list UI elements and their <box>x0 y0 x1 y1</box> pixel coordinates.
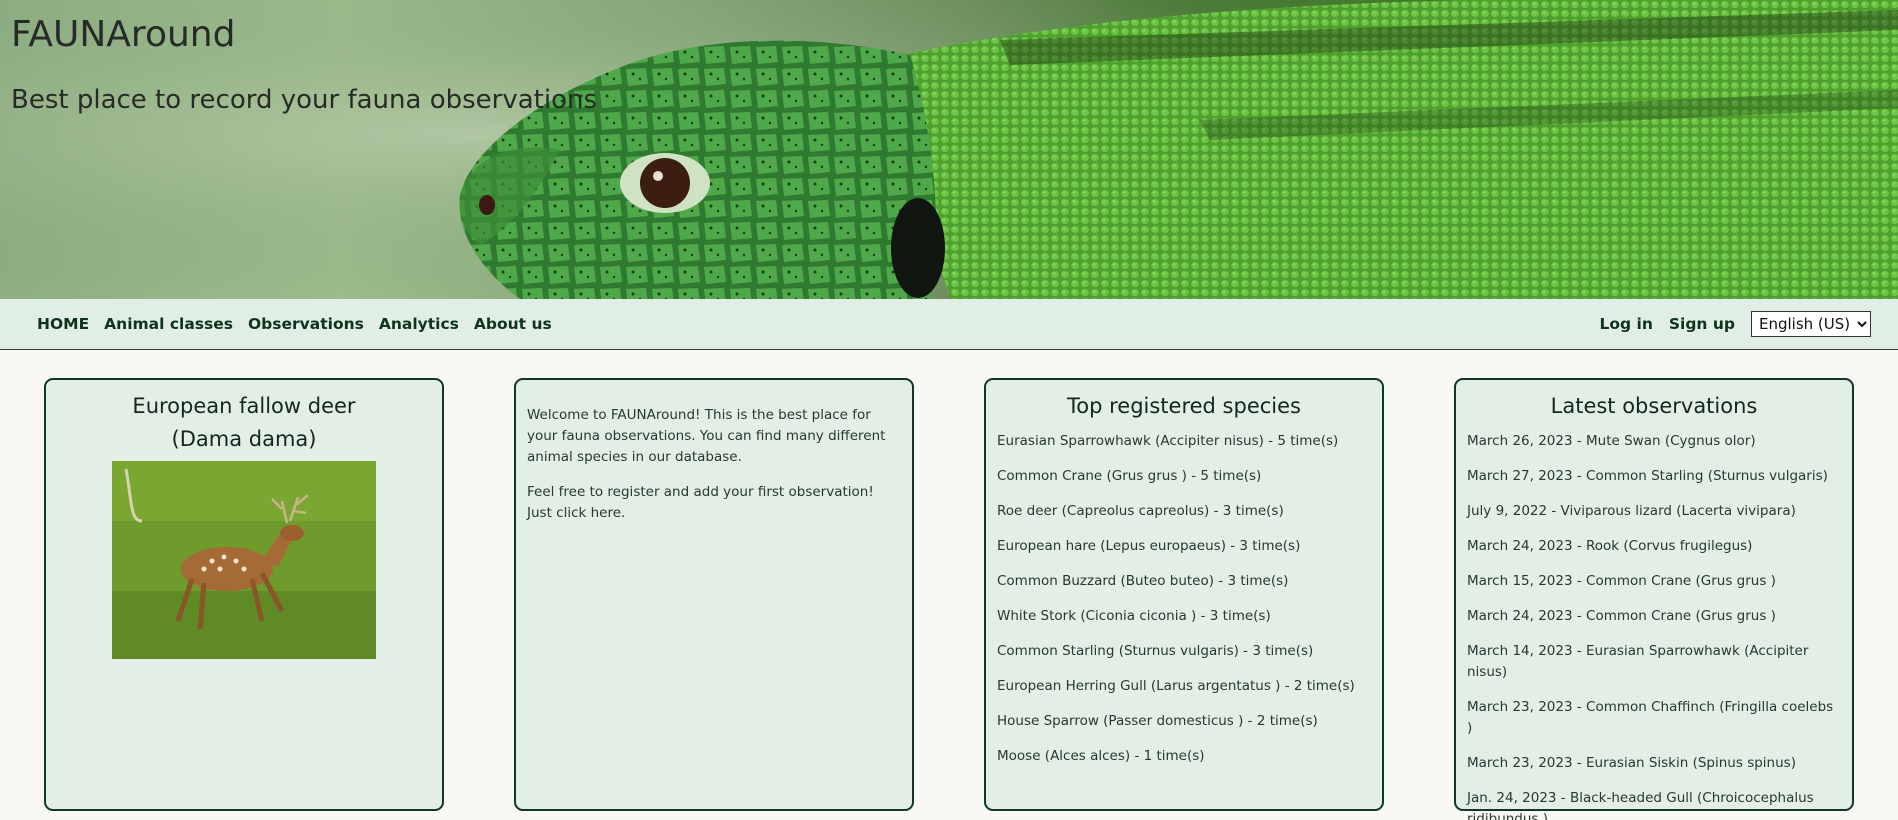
species-item[interactable]: Common Crane (Grus grus ) - 5 time(s) <box>997 466 1371 487</box>
species-item[interactable]: Moose (Alces alces) - 1 time(s) <box>997 746 1371 767</box>
language-select[interactable]: English (US) <box>1751 311 1871 337</box>
observation-item[interactable]: Jan. 24, 2023 - Black-headed Gull (Chroi… <box>1467 788 1841 820</box>
species-item[interactable]: Roe deer (Capreolus capreolus) - 3 time(… <box>997 501 1371 522</box>
main-navbar: HOME Animal classes Observations Analyti… <box>0 299 1898 350</box>
welcome-text: Welcome to FAUNAround! This is the best … <box>527 407 886 465</box>
species-item[interactable]: House Sparrow (Passer domesticus ) - 2 t… <box>997 711 1371 732</box>
signup-link[interactable]: Sign up <box>1669 315 1735 333</box>
welcome-card: Welcome to FAUNAround! This is the best … <box>514 378 914 811</box>
top-species-card: Top registered species Eurasian Sparrowh… <box>984 378 1384 811</box>
nav-analytics[interactable]: Analytics <box>379 315 459 333</box>
top-species-list: Eurasian Sparrowhawk (Accipiter nisus) -… <box>997 431 1371 767</box>
species-item[interactable]: Common Starling (Sturnus vulgaris) - 3 t… <box>997 641 1371 662</box>
featured-animal-latin: (Dama dama) <box>171 426 317 451</box>
featured-animal-card: European fallow deer (Dama dama) <box>44 378 444 811</box>
nav-observations[interactable]: Observations <box>248 315 364 333</box>
species-item[interactable]: European Herring Gull (Larus argentatus … <box>997 676 1371 697</box>
nav-account: Log in Sign up English (US) <box>1599 311 1871 337</box>
nav-links: HOME Animal classes Observations Analyti… <box>37 315 567 333</box>
site-tagline: Best place to record your fauna observat… <box>11 85 598 115</box>
nav-animal-classes[interactable]: Animal classes <box>104 315 233 333</box>
species-item[interactable]: Common Buzzard (Buteo buteo) - 3 time(s) <box>997 571 1371 592</box>
login-link[interactable]: Log in <box>1599 315 1652 333</box>
observation-item[interactable]: March 27, 2023 - Common Starling (Sturnu… <box>1467 466 1841 487</box>
featured-animal-name[interactable]: European fallow deer <box>57 390 431 423</box>
observation-item[interactable]: March 14, 2023 - Eurasian Sparrowhawk (A… <box>1467 641 1841 683</box>
observation-item[interactable]: March 15, 2023 - Common Crane (Grus grus… <box>1467 571 1841 592</box>
observation-item[interactable]: March 24, 2023 - Common Crane (Grus grus… <box>1467 606 1841 627</box>
observation-item[interactable]: March 26, 2023 - Mute Swan (Cygnus olor) <box>1467 431 1841 452</box>
observation-item[interactable]: July 9, 2022 - Viviparous lizard (Lacert… <box>1467 501 1841 522</box>
top-species-title: Top registered species <box>1067 394 1301 418</box>
hero-banner: FAUNAround Best place to record your fau… <box>0 0 1898 299</box>
lizard-hero-image <box>0 0 1898 299</box>
observation-item[interactable]: March 23, 2023 - Eurasian Siskin (Spinus… <box>1467 753 1841 774</box>
latest-observations-title: Latest observations <box>1550 394 1758 418</box>
species-item[interactable]: European hare (Lepus europaeus) - 3 time… <box>997 536 1371 557</box>
latest-observations-card: Latest observations March 26, 2023 - Mut… <box>1454 378 1854 820</box>
latest-observations-list: March 26, 2023 - Mute Swan (Cygnus olor)… <box>1467 431 1841 820</box>
site-title[interactable]: FAUNAround <box>11 14 235 55</box>
register-prompt[interactable]: Feel free to register and add your first… <box>527 482 901 524</box>
observation-item[interactable]: March 23, 2023 - Common Chaffinch (Fring… <box>1467 697 1841 739</box>
fallow-deer-image[interactable] <box>112 461 376 660</box>
observation-item[interactable]: March 24, 2023 - Rook (Corvus frugilegus… <box>1467 536 1841 557</box>
species-item[interactable]: White Stork (Ciconia ciconia ) - 3 time(… <box>997 606 1371 627</box>
nav-home[interactable]: HOME <box>37 315 89 333</box>
nav-about-us[interactable]: About us <box>474 315 552 333</box>
species-item[interactable]: Eurasian Sparrowhawk (Accipiter nisus) -… <box>997 431 1371 452</box>
